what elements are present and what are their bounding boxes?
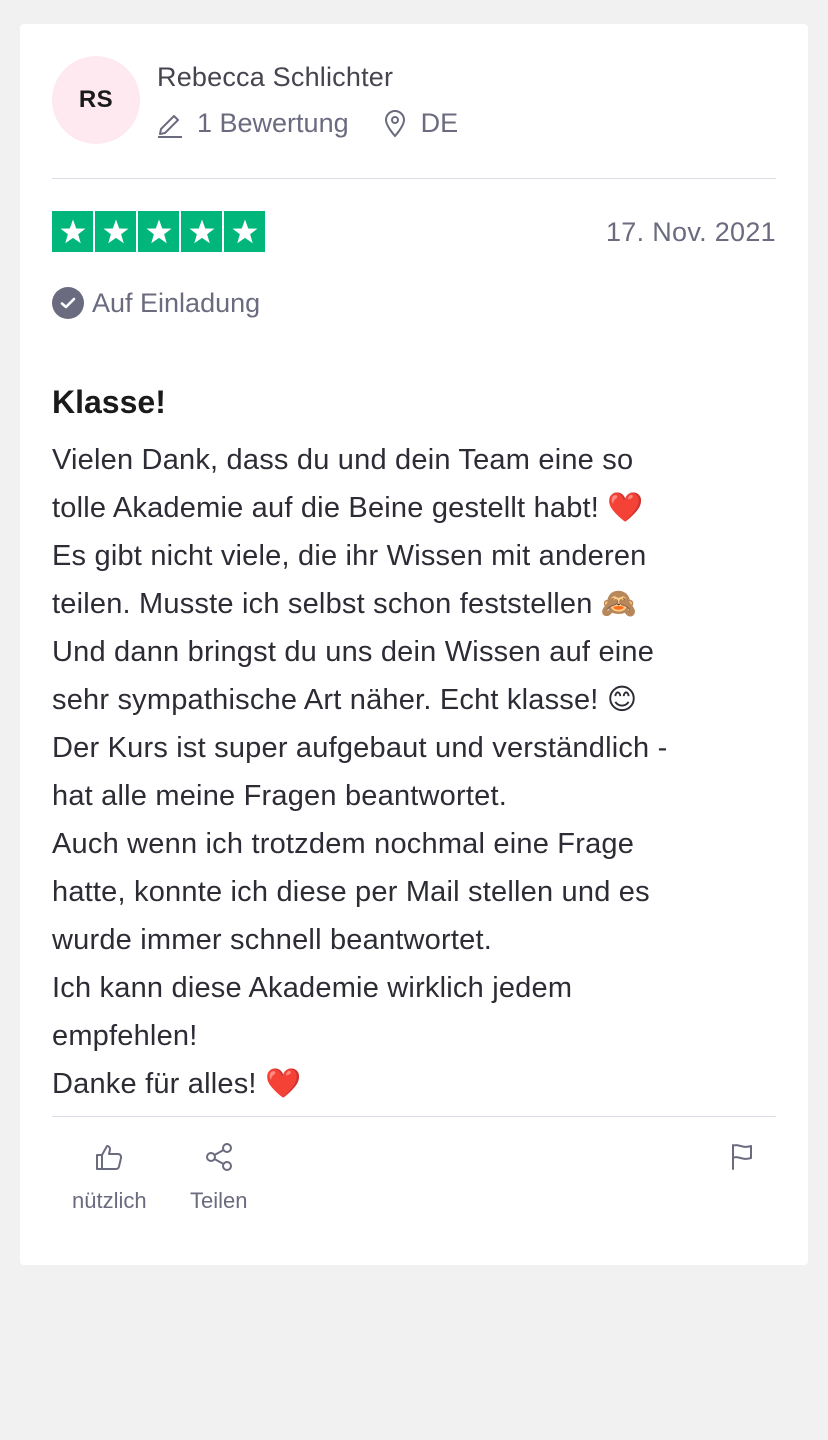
review-count: 1 Bewertung	[157, 108, 349, 139]
review-body-line: hat alle meine Fragen beantwortet.	[52, 780, 507, 812]
reviewer-header: RS Rebecca Schlichter 1 Bewertung DE	[52, 24, 776, 178]
pencil-icon	[157, 110, 183, 138]
reviewer-name[interactable]: Rebecca Schlichter	[157, 62, 393, 93]
star-icon	[138, 211, 179, 252]
share-button[interactable]: Teilen	[190, 1142, 247, 1214]
review-body-line: sehr sympathische Art näher. Echt klasse…	[52, 684, 638, 716]
flag-icon	[728, 1142, 756, 1178]
review-body-line: Auch wenn ich trotzdem nochmal eine Frag…	[52, 828, 635, 860]
useful-label: nützlich	[72, 1188, 147, 1213]
location-pin-icon	[383, 109, 407, 138]
rating-row: 17. Nov. 2021 Auf Einladung	[52, 179, 776, 319]
review-title: Klasse!	[52, 384, 166, 420]
review-body-line: teilen. Musste ich selbst schon feststel…	[52, 588, 638, 620]
review-body-line: wurde immer schnell beantwortet.	[52, 924, 492, 956]
star-icon	[224, 211, 265, 252]
star-rating	[52, 211, 265, 252]
share-label: Teilen	[190, 1188, 248, 1213]
review-body-line: Ich kann diese Akademie wirklich jedem	[52, 972, 573, 1004]
useful-button[interactable]: nützlich	[72, 1142, 147, 1214]
footer-divider	[52, 1116, 776, 1117]
reviewer-meta: 1 Bewertung DE	[157, 108, 458, 139]
review-body-line: hatte, konnte ich diese per Mail stellen…	[52, 876, 650, 908]
verified-badge[interactable]: Auf Einladung	[52, 287, 260, 319]
star-icon	[52, 211, 93, 252]
country-label: DE	[420, 108, 459, 138]
review-body-line: Der Kurs ist super aufgebaut und verstän…	[52, 732, 668, 764]
reviewer-location: DE	[383, 108, 459, 139]
review-body-line: Danke für alles! ❤️	[52, 1068, 302, 1100]
review-actions: nützlich Teilen	[52, 1142, 776, 1222]
review-body-line: Und dann bringst du uns dein Wissen auf …	[52, 636, 655, 668]
star-icon	[95, 211, 136, 252]
review-body: Vielen Dank, dass du und dein Team eine …	[52, 436, 792, 1108]
report-button[interactable]	[728, 1142, 756, 1178]
review-count-label: 1 Bewertung	[197, 108, 349, 138]
share-icon	[204, 1142, 234, 1178]
review-body-line: tolle Akademie auf die Beine gestellt ha…	[52, 492, 644, 524]
review-body-line: Vielen Dank, dass du und dein Team eine …	[52, 444, 634, 476]
star-icon	[181, 211, 222, 252]
thumbs-up-icon	[94, 1142, 124, 1178]
review-date: 17. Nov. 2021	[605, 217, 776, 247]
review-body-line: empfehlen!	[52, 1020, 198, 1052]
verified-label: Auf Einladung	[92, 287, 261, 318]
review-body-line: Es gibt nicht viele, die ihr Wissen mit …	[52, 540, 647, 572]
review-card: RS Rebecca Schlichter 1 Bewertung DE 17.…	[20, 24, 808, 1265]
avatar[interactable]: RS	[52, 56, 140, 144]
check-circle-icon	[52, 287, 84, 319]
